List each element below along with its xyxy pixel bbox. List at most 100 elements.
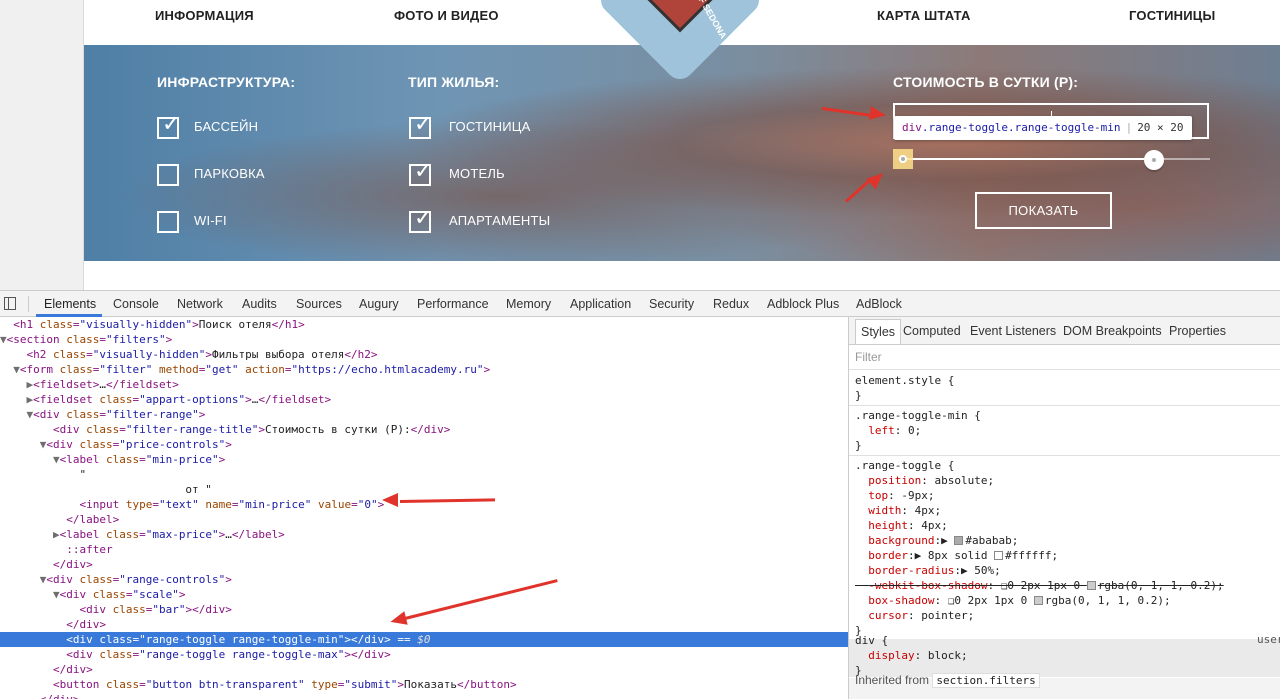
css-declaration[interactable]: box-shadow: ❏0 2px 1px 0 rgba(0, 1, 1, 0… bbox=[855, 593, 1170, 608]
styles-filter-input[interactable]: Filter bbox=[855, 350, 882, 364]
dom-node[interactable]: ::after bbox=[0, 542, 848, 557]
dom-node[interactable]: <h2 class="visually-hidden">Фильтры выбо… bbox=[0, 347, 848, 362]
dom-node[interactable]: " bbox=[0, 467, 848, 482]
nav-link-photo-video[interactable]: ФОТО И ВИДЕО bbox=[394, 8, 499, 23]
dom-node[interactable]: </div> bbox=[0, 662, 848, 677]
css-rule-selector[interactable]: div { bbox=[855, 633, 888, 648]
dom-node[interactable]: <div class="filter-range-title">Стоимост… bbox=[0, 422, 848, 437]
housing-title: ТИП ЖИЛЬЯ: bbox=[408, 74, 500, 90]
tab-event-listeners[interactable]: Event Listeners bbox=[970, 324, 1056, 338]
dom-node[interactable]: ▶<fieldset>…</fieldset> bbox=[0, 377, 848, 392]
css-rule-close: } bbox=[855, 439, 862, 452]
divider bbox=[849, 405, 1280, 406]
css-declaration[interactable]: top: -9px; bbox=[855, 488, 934, 503]
tooltip-tag: div bbox=[902, 121, 922, 134]
tab-properties[interactable]: Properties bbox=[1169, 324, 1226, 338]
tab-elements[interactable]: Elements bbox=[44, 297, 96, 311]
checkbox-wifi[interactable] bbox=[157, 211, 179, 233]
inherited-selector[interactable]: section.filters bbox=[932, 673, 1040, 688]
css-declaration[interactable]: width: 4px; bbox=[855, 503, 941, 518]
tab-styles[interactable]: Styles bbox=[855, 319, 902, 344]
dom-node[interactable]: <h1 class="visually-hidden">Поиск отеля<… bbox=[0, 317, 848, 332]
css-declaration[interactable]: border-radius:▶ 50%; bbox=[855, 563, 1000, 578]
tab-augury[interactable]: Augury bbox=[359, 297, 399, 311]
tab-adblock-plus[interactable]: Adblock Plus bbox=[767, 297, 839, 311]
css-declaration[interactable]: left: 0; bbox=[855, 423, 921, 438]
checkbox-label-pool[interactable]: БАССЕЙН bbox=[194, 119, 258, 134]
dom-node[interactable]: </div> bbox=[0, 692, 848, 699]
styles-pane: Styles Computed Event Listeners DOM Brea… bbox=[848, 317, 1280, 699]
css-declaration[interactable]: background:▶ #ababab; bbox=[855, 533, 1018, 548]
css-declaration[interactable]: position: absolute; bbox=[855, 473, 994, 488]
inspector-tooltip: div.range-toggle.range-toggle-min | 20 × 2… bbox=[894, 116, 1192, 140]
dom-node-selected[interactable]: <div class="range-toggle range-toggle-mi… bbox=[0, 632, 848, 647]
dom-tree: <h1 class="visually-hidden">Поиск отеля<… bbox=[0, 317, 848, 699]
dom-node[interactable]: </div> bbox=[0, 557, 848, 572]
dom-node[interactable]: ▼<div class="range-controls"> bbox=[0, 572, 848, 587]
css-declaration[interactable]: display: block; bbox=[855, 648, 967, 663]
range-toggle-max[interactable] bbox=[1144, 150, 1164, 170]
css-declaration[interactable]: cursor: pointer; bbox=[855, 608, 974, 623]
show-button[interactable]: ПОКАЗАТЬ bbox=[975, 192, 1112, 229]
checkbox-pool[interactable]: ✓ bbox=[157, 113, 180, 139]
dom-node[interactable]: ▶<label class="max-price">…</label> bbox=[0, 527, 848, 542]
color-swatch[interactable] bbox=[994, 551, 1004, 560]
css-rule-selector[interactable]: .range-toggle-min { bbox=[855, 408, 981, 423]
tab-application[interactable]: Application bbox=[570, 297, 631, 311]
nav-link-hotels[interactable]: ГОСТИНИЦЫ bbox=[1129, 8, 1215, 23]
dom-node[interactable]: ▼<div class="scale"> bbox=[0, 587, 848, 602]
device-toggle-icon[interactable] bbox=[4, 297, 16, 310]
dom-node[interactable]: от " bbox=[0, 482, 848, 497]
tooltip-separator: | bbox=[1125, 121, 1133, 134]
tab-console[interactable]: Console bbox=[113, 297, 159, 311]
styles-tabbar: Styles Computed Event Listeners DOM Brea… bbox=[849, 317, 1280, 345]
tab-sources[interactable]: Sources bbox=[296, 297, 342, 311]
tab-audits[interactable]: Audits bbox=[242, 297, 277, 311]
tab-performance[interactable]: Performance bbox=[417, 297, 489, 311]
tooltip-classes: .range-toggle.range-toggle-min bbox=[921, 121, 1121, 134]
user-agent-label: user bbox=[1257, 633, 1280, 646]
tab-redux[interactable]: Redux bbox=[713, 297, 749, 311]
devtools-toolbar: Elements Console Network Audits Sources … bbox=[0, 291, 1280, 317]
color-swatch[interactable] bbox=[1033, 596, 1043, 605]
tab-dom-breakpoints[interactable]: DOM Breakpoints bbox=[1063, 324, 1162, 338]
tooltip-size: 20 × 20 bbox=[1137, 121, 1184, 134]
dom-node[interactable]: ▼<label class="min-price"> bbox=[0, 452, 848, 467]
dom-node[interactable]: ▶<fieldset class="appart-options">…</fie… bbox=[0, 392, 848, 407]
divider bbox=[849, 455, 1280, 456]
tab-network[interactable]: Network bbox=[177, 297, 223, 311]
dom-node[interactable]: <div class="range-toggle range-toggle-ma… bbox=[0, 647, 848, 662]
checkbox-label-apartments[interactable]: АПАРТАМЕНТЫ bbox=[449, 213, 550, 228]
dom-node[interactable]: ▼<section class="filters"> bbox=[0, 332, 848, 347]
checkbox-motel[interactable]: ✓ bbox=[409, 160, 432, 186]
dom-node[interactable]: <button class="button btn-transparent" t… bbox=[0, 677, 848, 692]
checkbox-label-wifi[interactable]: WI-FI bbox=[194, 213, 227, 228]
css-declaration[interactable]: border:▶ 8px solid #ffffff; bbox=[855, 548, 1058, 563]
css-declaration-overridden[interactable]: -webkit-box-shadow: ❏0 2px 1px 0 rgba(0,… bbox=[855, 578, 1223, 593]
dom-node[interactable]: ▼<div class="price-controls"> bbox=[0, 437, 848, 452]
dom-node[interactable]: ▼<form class="filter" method="get" actio… bbox=[0, 362, 848, 377]
css-declaration[interactable]: height: 4px; bbox=[855, 518, 948, 533]
checkbox-label-hotel[interactable]: ГОСТИНИЦА bbox=[449, 119, 530, 134]
css-rule-close: } bbox=[855, 389, 862, 402]
color-swatch[interactable] bbox=[954, 536, 964, 545]
checkbox-label-motel[interactable]: МОТЕЛЬ bbox=[449, 166, 505, 181]
checkbox-hotel[interactable]: ✓ bbox=[409, 113, 432, 139]
tab-computed[interactable]: Computed bbox=[903, 324, 961, 338]
css-rule-selector[interactable]: .range-toggle { bbox=[855, 458, 954, 473]
tab-security[interactable]: Security bbox=[649, 297, 694, 311]
css-rule-selector[interactable]: element.style { bbox=[855, 373, 954, 388]
checkbox-label-parking[interactable]: ПАРКОВКА bbox=[194, 166, 265, 181]
checkbox-apartments[interactable]: ✓ bbox=[409, 207, 432, 233]
dom-node[interactable]: ▼<div class="filter-range"> bbox=[0, 407, 848, 422]
checkbox-parking[interactable] bbox=[157, 164, 179, 186]
nav-link-info[interactable]: ИНФОРМАЦИЯ bbox=[155, 8, 254, 23]
dom-node[interactable]: </div> bbox=[0, 617, 848, 632]
annotation-arrowhead bbox=[382, 493, 398, 507]
dom-node[interactable]: </label> bbox=[0, 512, 848, 527]
color-swatch[interactable] bbox=[1086, 581, 1096, 590]
nav-link-state-map[interactable]: КАРТА ШТАТА bbox=[877, 8, 971, 23]
tab-memory[interactable]: Memory bbox=[506, 297, 551, 311]
tab-adblock[interactable]: AdBlock bbox=[856, 297, 902, 311]
range-toggle-min[interactable] bbox=[899, 155, 907, 163]
